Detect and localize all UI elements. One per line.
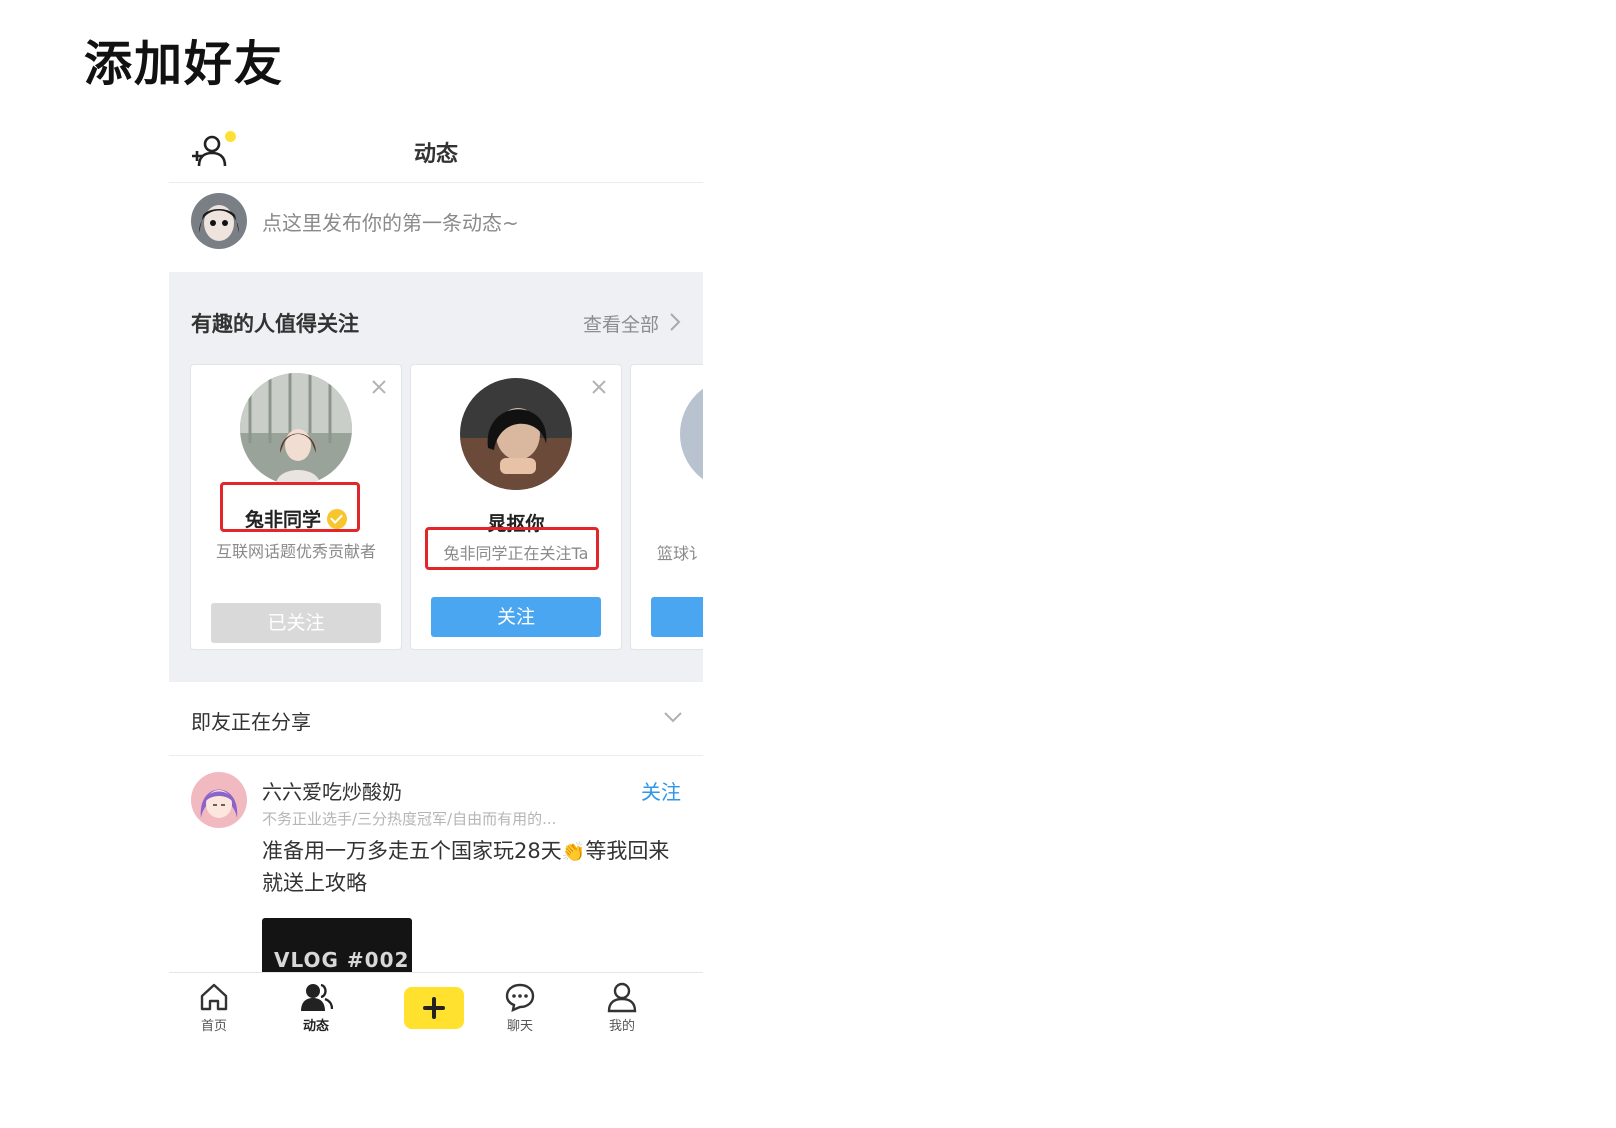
recommend-section: 有趣的人值得关注 查看全部 兔非同学 互联网话题优秀贡献者 已关注 晁抠你 兔非… xyxy=(169,272,703,682)
post-prompt-text[interactable]: 点这里发布你的第一条动态~ xyxy=(262,207,519,236)
post-prompt-row[interactable]: 点这里发布你的第一条动态~ xyxy=(169,183,703,265)
feed-author-bio: 不务正业选手/三分热度冠军/自由而有用的... xyxy=(262,810,557,828)
phone-screen: 动态 点这里发布你的第一条动态~ 有趣的人值得关注 查看全部 兔非同学 互联网话… xyxy=(169,120,703,1040)
thumbnail-caption: VLOG #002 xyxy=(274,948,410,972)
screen-title: 动态 xyxy=(413,142,458,167)
publish-plus-button[interactable] xyxy=(404,987,464,1029)
user-icon xyxy=(607,982,637,1013)
avatar[interactable] xyxy=(240,373,352,485)
video-thumbnail[interactable]: VLOG #002 xyxy=(262,918,412,978)
page-heading: 添加好友 xyxy=(84,36,285,92)
avatar[interactable] xyxy=(680,378,703,490)
card-subtitle: 互联网话题优秀贡献者 xyxy=(215,542,376,561)
feed-text-before: 准备用一万多走五个国家玩28天 xyxy=(262,839,562,863)
card-name[interactable]: E xyxy=(631,509,703,531)
recommend-card[interactable]: 兔非同学 互联网话题优秀贡献者 已关注 xyxy=(190,364,402,650)
follow-button[interactable] xyxy=(651,597,703,637)
people-icon xyxy=(301,983,333,1011)
my-avatar[interactable] xyxy=(191,193,247,249)
feed-follow-link[interactable]: 关注 xyxy=(641,776,681,805)
tab-moments[interactable]: 动态 xyxy=(281,981,351,1034)
sharing-header[interactable]: 即友正在分享 xyxy=(169,682,703,756)
top-bar: 动态 xyxy=(169,120,703,183)
home-icon xyxy=(200,983,228,1011)
highlight-box xyxy=(425,527,599,570)
feed-post-text[interactable]: 准备用一万多走五个国家玩28天👏等我回来就送上攻略 xyxy=(262,836,672,899)
clap-emoji: 👏 xyxy=(561,841,586,863)
chevron-down-icon[interactable] xyxy=(663,710,683,724)
avatar[interactable] xyxy=(460,378,572,490)
tab-me[interactable]: 我的 xyxy=(587,981,657,1034)
recommend-title: 有趣的人值得关注 xyxy=(191,312,359,336)
close-icon[interactable] xyxy=(591,379,607,395)
close-icon[interactable] xyxy=(371,379,387,395)
tab-label: 聊天 xyxy=(506,1019,533,1034)
tab-chat[interactable]: 聊天 xyxy=(485,981,555,1034)
tab-label: 首页 xyxy=(200,1019,227,1034)
recommend-card[interactable]: E 篮球讠 xyxy=(630,364,703,650)
sharing-title: 即友正在分享 xyxy=(191,710,311,734)
card-subtitle: 篮球讠 xyxy=(657,544,703,563)
feed-author-name[interactable]: 六六爱吃炒酸奶 xyxy=(262,776,402,805)
tab-label: 我的 xyxy=(608,1019,635,1034)
chevron-right-icon[interactable] xyxy=(669,312,681,332)
highlight-box xyxy=(220,482,360,532)
avatar[interactable] xyxy=(191,772,247,828)
followed-button[interactable]: 已关注 xyxy=(211,603,381,643)
follow-button[interactable]: 关注 xyxy=(431,597,601,637)
view-all-link[interactable]: 查看全部 xyxy=(583,310,659,337)
chat-bubble-icon xyxy=(505,983,535,1013)
bottom-tab-bar: 首页 动态 聊天 我的 xyxy=(169,972,703,1040)
tab-home[interactable]: 首页 xyxy=(179,981,249,1034)
recommend-card[interactable]: 晁抠你 兔非同学正在关注Ta 关注 xyxy=(410,364,622,650)
tab-label: 动态 xyxy=(302,1019,329,1034)
